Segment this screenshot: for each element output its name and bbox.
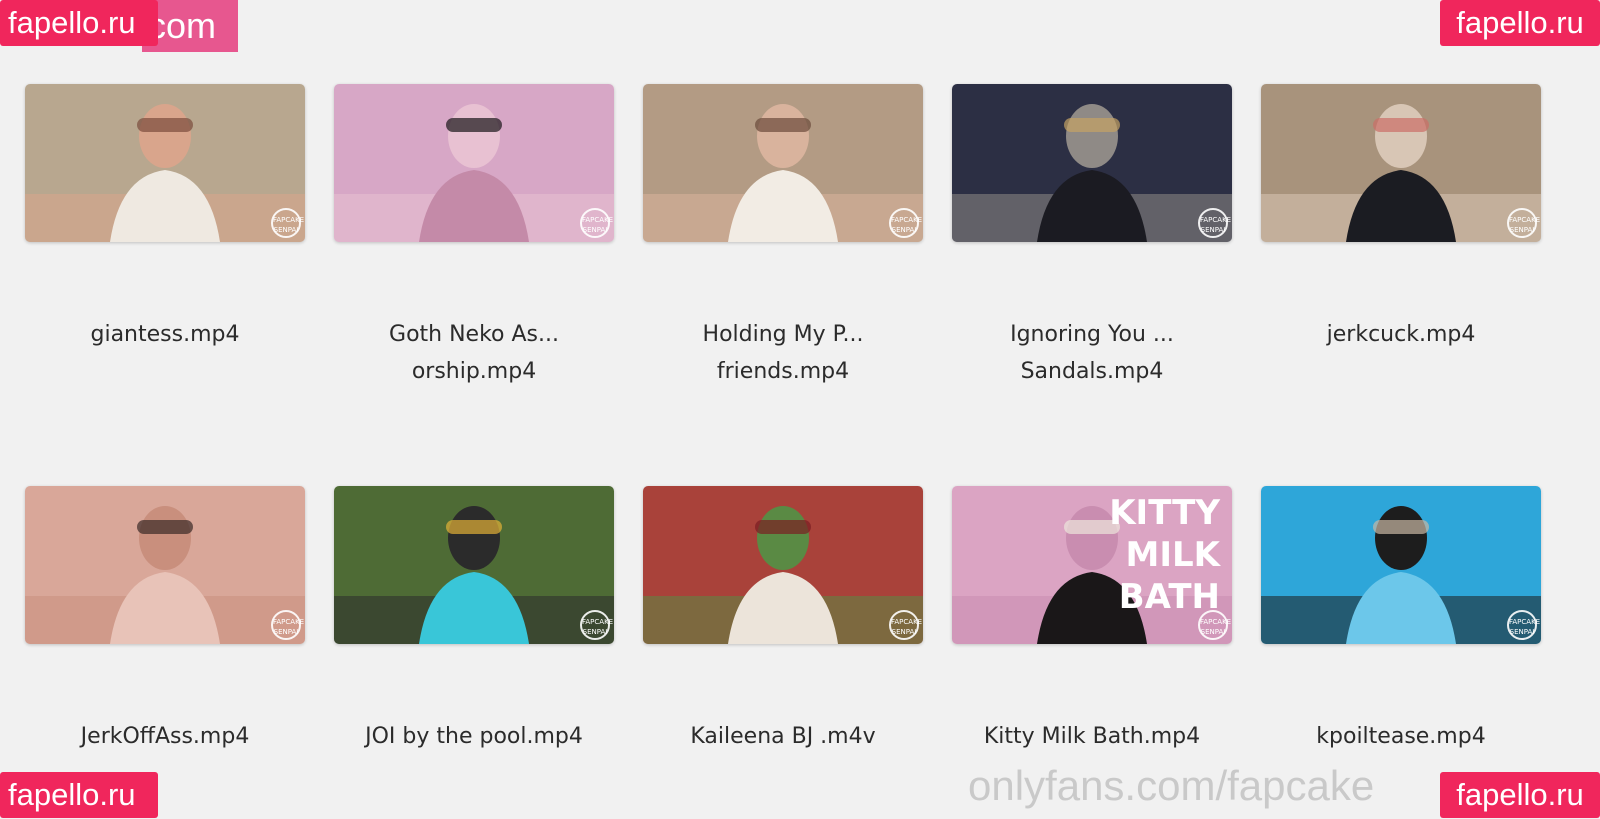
video-thumbnail[interactable]: FAPCAKE SENPAI	[334, 486, 614, 644]
video-card[interactable]: FAPCAKE SENPAI Kaileena BJ .m4v	[643, 486, 923, 755]
thumb-figure-detail	[755, 520, 811, 534]
thumbnail-image	[952, 84, 1232, 242]
video-thumbnail[interactable]: FAPCAKE SENPAI	[643, 486, 923, 644]
video-thumbnail[interactable]: FAPCAKE SENPAI	[25, 486, 305, 644]
thumb-figure-detail	[446, 520, 502, 534]
thumb-figure-detail	[137, 118, 193, 132]
video-filename[interactable]: Holding My P... friends.mp4	[643, 316, 923, 390]
video-thumbnail[interactable]: FAPCAKE SENPAI	[643, 84, 923, 242]
fapcake-badge-icon: FAPCAKE SENPAI	[580, 610, 613, 640]
thumb-figure-head	[448, 506, 500, 570]
thumbnail-image	[334, 84, 614, 242]
video-card[interactable]: FAPCAKE SENPAI Holding My P... friends.mp…	[643, 84, 923, 390]
thumb-overlay-text: MILK	[1126, 535, 1222, 575]
video-thumbnail[interactable]: FAPCAKE SENPAI	[1261, 84, 1541, 242]
thumb-figure-head	[139, 506, 191, 570]
thumb-figure-head	[139, 104, 191, 168]
video-card[interactable]: FAPCAKE SENPAI jerkcuck.mp4	[1261, 84, 1541, 353]
video-card[interactable]: KITTY MILK BATH FAPCAKE SENPAI Kitty Milk B…	[952, 486, 1232, 755]
thumb-figure-detail	[1064, 118, 1120, 132]
fapcake-badge-icon: FAPCAKE SENPAI	[1507, 208, 1540, 238]
video-thumbnail[interactable]: FAPCAKE SENPAI	[25, 84, 305, 242]
video-card[interactable]: FAPCAKE SENPAI JOI by the pool.mp4	[334, 486, 614, 755]
fapello-watermark-bottom-left: fapello.ru	[0, 772, 158, 818]
video-card[interactable]: FAPCAKE SENPAI JerkOffAss.mp4	[25, 486, 305, 755]
fapello-watermark-top-left: fapello.ru	[0, 0, 158, 46]
thumbnail-image	[25, 486, 305, 644]
video-thumbnail[interactable]: KITTY MILK BATH FAPCAKE SENPAI	[952, 486, 1232, 644]
thumb-figure-detail	[1373, 118, 1429, 132]
thumb-overlay-text: KITTY	[1109, 493, 1220, 533]
fapello-watermark-top-right: fapello.ru	[1440, 0, 1600, 46]
fapcake-badge-icon: FAPCAKE SENPAI	[1198, 208, 1231, 238]
thumb-figure-head	[757, 506, 809, 570]
fapcake-badge-icon: FAPCAKE SENPAI	[1198, 610, 1231, 640]
thumb-figure-detail	[1373, 520, 1429, 534]
video-thumbnail[interactable]: FAPCAKE SENPAI	[952, 84, 1232, 242]
thumb-figure-head	[1066, 104, 1118, 168]
video-filename[interactable]: JerkOffAss.mp4	[25, 718, 305, 755]
thumb-figure-head	[757, 104, 809, 168]
thumb-figure-detail	[137, 520, 193, 534]
thumbnail-image	[1261, 84, 1541, 242]
video-card[interactable]: FAPCAKE SENPAI Goth Neko As... orship.mp4	[334, 84, 614, 390]
thumb-figure-head	[1375, 104, 1427, 168]
video-filename[interactable]: jerkcuck.mp4	[1261, 316, 1541, 353]
video-thumbnail[interactable]: FAPCAKE SENPAI	[334, 84, 614, 242]
thumb-figure-head	[448, 104, 500, 168]
video-filename[interactable]: Goth Neko As... orship.mp4	[334, 316, 614, 390]
thumbnail-image	[25, 84, 305, 242]
thumbnail-image	[643, 84, 923, 242]
onlyfans-url-watermark: onlyfans.com/fapcake	[968, 762, 1375, 809]
thumb-figure-detail	[755, 118, 811, 132]
thumb-figure-head	[1375, 506, 1427, 570]
thumbnail-image	[643, 486, 923, 644]
video-thumbnail[interactable]: FAPCAKE SENPAI	[1261, 486, 1541, 644]
fapcake-badge-icon: FAPCAKE SENPAI	[889, 610, 922, 640]
fapcake-badge-icon: FAPCAKE SENPAI	[271, 610, 304, 640]
fapcake-badge-icon: FAPCAKE SENPAI	[1507, 610, 1540, 640]
thumbnail-image	[334, 486, 614, 644]
fapcake-badge-icon: FAPCAKE SENPAI	[580, 208, 613, 238]
video-grid: FAPCAKE SENPAI giantess.mp4 FAPCAKE SENP…	[25, 84, 1575, 764]
video-filename[interactable]: kpoiltease.mp4	[1261, 718, 1541, 755]
video-filename[interactable]: JOI by the pool.mp4	[334, 718, 614, 755]
video-card[interactable]: FAPCAKE SENPAI giantess.mp4	[25, 84, 305, 353]
thumb-figure-detail	[446, 118, 502, 132]
video-filename[interactable]: giantess.mp4	[25, 316, 305, 353]
video-filename[interactable]: Ignoring You ... Sandals.mp4	[952, 316, 1232, 390]
video-card[interactable]: FAPCAKE SENPAI kpoiltease.mp4	[1261, 486, 1541, 755]
thumbnail-image: KITTYMILKBATH	[952, 486, 1232, 644]
video-filename[interactable]: Kaileena BJ .m4v	[643, 718, 923, 755]
fapcake-badge-icon: FAPCAKE SENPAI	[889, 208, 922, 238]
video-filename[interactable]: Kitty Milk Bath.mp4	[952, 718, 1232, 755]
video-card[interactable]: FAPCAKE SENPAI Ignoring You ... Sandals.m…	[952, 84, 1232, 390]
fapcake-badge-icon: FAPCAKE SENPAI	[271, 208, 304, 238]
fapello-watermark-bottom-right: fapello.ru	[1440, 772, 1600, 818]
thumbnail-image	[1261, 486, 1541, 644]
